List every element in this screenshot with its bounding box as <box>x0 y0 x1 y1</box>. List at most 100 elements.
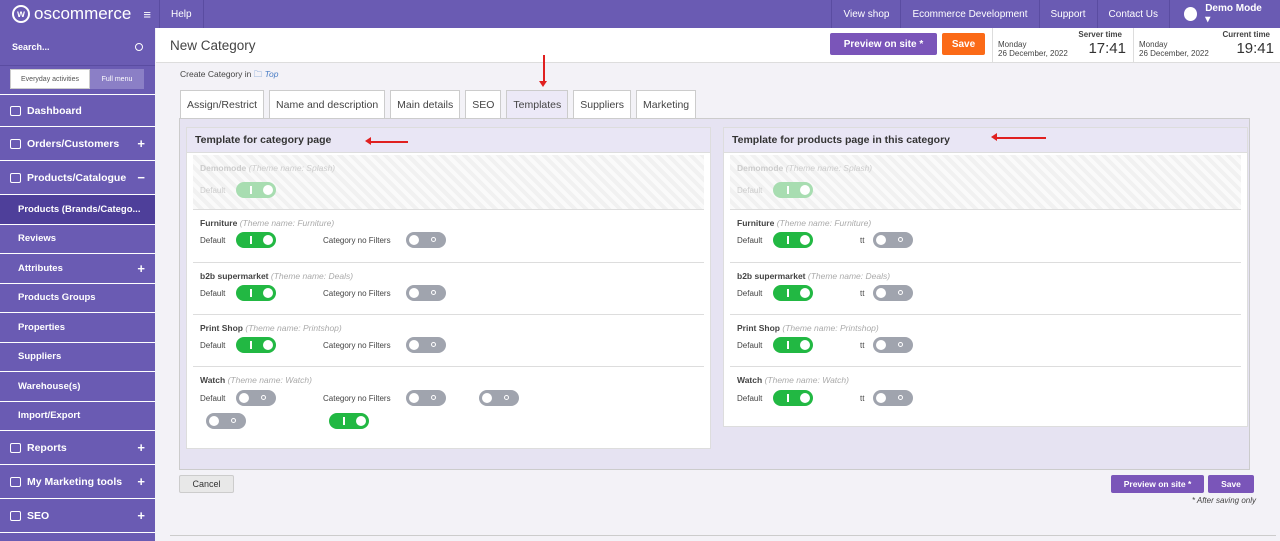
ecommerce-development-link[interactable]: Ecommerce Development <box>901 0 1040 28</box>
toggle-switch[interactable] <box>773 390 813 406</box>
collapse-icon[interactable]: − <box>137 170 145 185</box>
template-group: Furniture (Theme name: Furniture) Defaul… <box>193 210 704 263</box>
toggle-switch[interactable] <box>406 337 446 353</box>
save-button-footer[interactable]: Save <box>1208 475 1254 493</box>
toggle-switch[interactable] <box>773 232 813 248</box>
toggle-switch[interactable] <box>406 390 446 406</box>
template-group: Print Shop (Theme name: Printshop) Defau… <box>730 315 1241 367</box>
toggle-switch[interactable] <box>873 285 913 301</box>
cancel-button[interactable]: Cancel <box>179 475 234 493</box>
preview-on-site-button[interactable]: Preview on site * <box>830 33 937 55</box>
template-group: b2b supermarket (Theme name: Deals) Defa… <box>193 263 704 315</box>
expand-icon[interactable]: + <box>137 440 145 455</box>
products-template-box: Template for products page in this categ… <box>723 127 1248 427</box>
logo-text: oscommerce <box>34 4 132 23</box>
sidebar-item-products-brands[interactable]: Products (Brands/Catego... <box>0 195 155 225</box>
tab-main-details[interactable]: Main details <box>390 90 461 118</box>
full-menu-button[interactable]: Full menu <box>90 69 144 89</box>
divider <box>170 535 1276 536</box>
expand-icon[interactable]: + <box>137 508 145 523</box>
tab-suppliers[interactable]: Suppliers <box>573 90 632 118</box>
toggle-switch[interactable] <box>873 390 913 406</box>
toggle-switch[interactable] <box>873 337 913 353</box>
sidebar-search[interactable]: Search... <box>0 28 155 66</box>
sidebar-item-products[interactable]: Products/Catalogue − <box>0 161 155 195</box>
template-group: Watch (Theme name: Watch) Default tt <box>730 367 1241 419</box>
menu-icon[interactable]: ≡ <box>143 7 151 22</box>
page-title: New Category <box>170 37 256 53</box>
toggle-switch[interactable] <box>236 232 276 248</box>
contact-us-link[interactable]: Contact Us <box>1098 0 1170 28</box>
sidebar-item-import-export[interactable]: Import/Export <box>0 402 155 431</box>
sidebar-item-suppliers[interactable]: Suppliers <box>0 343 155 372</box>
tab-assign-restrict[interactable]: Assign/Restrict <box>180 90 265 118</box>
toggle-switch[interactable] <box>236 390 276 406</box>
sitemap-icon <box>10 510 21 521</box>
save-button[interactable]: Save <box>942 33 985 55</box>
templates-panel: Template for category page Demomode (The… <box>179 118 1250 470</box>
sidebar-item-orders[interactable]: Orders/Customers + <box>0 127 155 161</box>
expand-icon[interactable]: + <box>137 261 145 276</box>
server-time: Server time Monday 26 December, 2022 17:4… <box>992 28 1132 63</box>
sidebar-item-reports[interactable]: Reports + <box>0 431 155 465</box>
sidebar-item-attributes[interactable]: Attributes + <box>0 254 155 284</box>
toggle-switch[interactable] <box>479 390 519 406</box>
logo[interactable]: w oscommerce ≡ <box>0 0 160 28</box>
annotation-arrow-left <box>365 138 408 144</box>
tab-name-description[interactable]: Name and description <box>269 90 386 118</box>
products-template-title: Template for products page in this categ… <box>724 128 1247 153</box>
toggle-switch[interactable] <box>873 232 913 248</box>
user-menu[interactable]: Demo Mode ▾ <box>1170 0 1280 28</box>
sidebar-item-properties[interactable]: Properties <box>0 313 155 343</box>
annotation-arrow-templates <box>540 55 546 87</box>
preview-on-site-button-footer[interactable]: Preview on site * <box>1111 475 1204 493</box>
toggle-switch[interactable] <box>329 413 369 429</box>
search-label: Search... <box>12 41 50 52</box>
toggle-switch[interactable] <box>773 337 813 353</box>
tag-icon <box>10 476 21 487</box>
view-shop-link[interactable]: View shop <box>832 0 902 28</box>
sidebar-item-dashboard[interactable]: Dashboard <box>0 94 155 127</box>
toggle-switch[interactable] <box>206 413 246 429</box>
tab-marketing[interactable]: Marketing <box>636 90 697 118</box>
menu-mode-toggle: Everyday activities Full menu <box>0 66 155 94</box>
expand-icon[interactable]: + <box>137 136 145 151</box>
toggle-switch[interactable] <box>236 182 276 198</box>
search-icon[interactable] <box>135 42 143 51</box>
chart-icon <box>10 442 21 453</box>
breadcrumb-top-link[interactable]: Top <box>265 69 279 79</box>
everyday-activities-button[interactable]: Everyday activities <box>10 69 90 89</box>
users-icon <box>10 138 21 149</box>
toggle-switch[interactable] <box>236 285 276 301</box>
top-bar: w oscommerce ≡ Help View shop Ecommerce … <box>0 0 1280 28</box>
user-icon <box>1184 7 1198 21</box>
sidebar-item-products-groups[interactable]: Products Groups <box>0 284 155 313</box>
sidebar: Search... Everyday activities Full menu … <box>0 28 155 541</box>
annotation-arrow-right <box>991 134 1046 140</box>
toggle-switch[interactable] <box>406 285 446 301</box>
template-group: Watch (Theme name: Watch) Default Catego… <box>193 367 704 437</box>
oscommerce-logo-icon: w <box>12 5 30 23</box>
tab-seo[interactable]: SEO <box>465 90 502 118</box>
tab-templates[interactable]: Templates <box>506 90 569 118</box>
template-group: Print Shop (Theme name: Printshop) Defau… <box>193 315 704 367</box>
toggle-switch[interactable] <box>773 285 813 301</box>
toggle-switch[interactable] <box>773 182 813 198</box>
category-template-title: Template for category page <box>187 128 710 153</box>
toggle-switch[interactable] <box>236 337 276 353</box>
user-name: Demo Mode ▾ <box>1205 3 1262 25</box>
sidebar-item-marketing[interactable]: My Marketing tools + <box>0 465 155 499</box>
tab-bar: Assign/Restrict Name and description Mai… <box>180 90 701 118</box>
support-link[interactable]: Support <box>1040 0 1098 28</box>
template-group: Furniture (Theme name: Furniture) Defaul… <box>730 210 1241 263</box>
sidebar-item-warehouses[interactable]: Warehouse(s) <box>0 372 155 402</box>
help-link[interactable]: Help <box>160 0 204 28</box>
sidebar-item-seo[interactable]: SEO + <box>0 499 155 533</box>
main-content: Create Category in 🗀 Top Assign/Restrict… <box>156 63 1280 541</box>
toggle-switch[interactable] <box>406 232 446 248</box>
expand-icon[interactable]: + <box>137 474 145 489</box>
template-group: Demomode (Theme name: Splash) Default <box>730 155 1241 210</box>
current-time: Current time Monday 26 December, 2022 19:… <box>1133 28 1280 63</box>
category-template-box: Template for category page Demomode (The… <box>186 127 711 449</box>
sidebar-item-reviews[interactable]: Reviews <box>0 225 155 254</box>
